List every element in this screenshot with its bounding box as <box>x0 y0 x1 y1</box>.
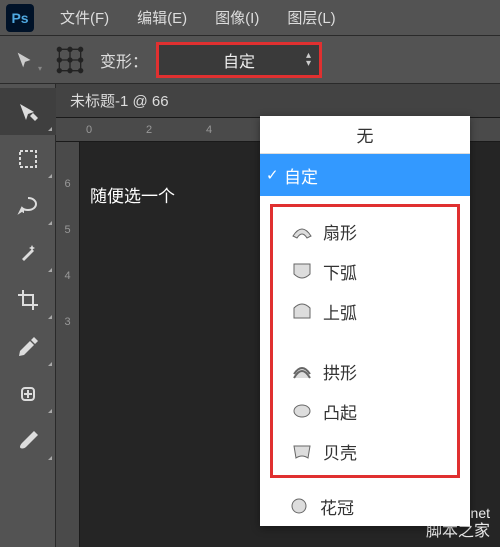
tab-title: 未标题-1 @ 66 <box>70 90 169 111</box>
menu-image[interactable]: 图像(I) <box>201 7 273 28</box>
arc-lower-icon <box>291 260 313 282</box>
warp-option-arc[interactable]: 扇形 <box>273 211 457 251</box>
warp-option-arc-upper[interactable]: 上弧 <box>273 291 457 331</box>
check-icon: ✓ <box>266 166 279 184</box>
select-arrows-icon: ▴▾ <box>306 52 311 68</box>
option-label: 花冠 <box>320 494 354 519</box>
warp-dropdown: 无 ✓ 自定 扇形 下弧 上弧 拱形 凸起 贝壳 <box>260 116 470 526</box>
warp-option-arc-lower[interactable]: 下弧 <box>273 251 457 291</box>
arc-upper-icon <box>291 300 313 322</box>
warp-options-highlight: 扇形 下弧 上弧 拱形 凸起 贝壳 <box>270 204 460 478</box>
ruler-tick: 2 <box>146 124 152 136</box>
toolbox <box>0 84 56 547</box>
warp-style-value: 自定 <box>223 48 255 72</box>
tool-preset-button[interactable]: ▾ <box>6 45 44 75</box>
arc-icon <box>291 220 313 242</box>
menu-bar: Ps 文件(F) 编辑(E) 图像(I) 图层(L) <box>0 0 500 36</box>
shell-icon <box>291 440 313 462</box>
option-label: 贝壳 <box>323 439 357 464</box>
document-tab[interactable]: 未标题-1 @ 66 <box>56 84 500 118</box>
warp-style-select[interactable]: 自定 ▴▾ <box>156 42 322 78</box>
ruler-tick: 4 <box>64 270 70 282</box>
menu-layer[interactable]: 图层(L) <box>273 7 349 28</box>
app-logo: Ps <box>6 4 34 32</box>
options-bar: ▾ 变形： 自定 ▴▾ <box>0 36 500 84</box>
ruler-tick: 6 <box>64 178 70 190</box>
warp-option-arch[interactable]: 拱形 <box>273 351 457 391</box>
warp-label: 变形： <box>100 48 148 72</box>
warp-option-none[interactable]: 无 <box>260 116 470 154</box>
marquee-tool[interactable] <box>0 135 56 182</box>
annotation-text: 随便选一个 <box>90 182 175 207</box>
option-label: 自定 <box>284 163 318 188</box>
flower-icon <box>288 495 310 517</box>
ruler-tick: 4 <box>206 124 212 136</box>
bulge-icon <box>291 400 313 422</box>
option-label: 上弧 <box>323 299 357 324</box>
menu-edit[interactable]: 编辑(E) <box>123 7 201 28</box>
option-label: 下弧 <box>323 259 357 284</box>
arch-icon <box>291 360 313 382</box>
brush-tool[interactable] <box>0 417 56 464</box>
crop-tool[interactable] <box>0 276 56 323</box>
eyedropper-tool[interactable] <box>0 323 56 370</box>
warp-option-bulge[interactable]: 凸起 <box>273 391 457 431</box>
ruler-tick: 3 <box>64 316 70 328</box>
warp-option-flower[interactable]: 花冠 <box>260 486 470 526</box>
healing-brush-tool[interactable] <box>0 370 56 417</box>
ruler-tick: 0 <box>86 124 92 136</box>
chevron-down-icon: ▾ <box>38 64 42 73</box>
warp-grid-icon[interactable] <box>54 44 86 76</box>
lasso-tool[interactable] <box>0 182 56 229</box>
move-tool[interactable] <box>0 88 56 135</box>
ruler-vertical: 6 5 4 3 <box>56 142 80 547</box>
menu-file[interactable]: 文件(F) <box>46 7 123 28</box>
ruler-tick: 5 <box>64 224 70 236</box>
option-label: 拱形 <box>323 359 357 384</box>
option-label: 扇形 <box>323 219 357 244</box>
move-tool-icon <box>14 49 36 71</box>
magic-wand-tool[interactable] <box>0 229 56 276</box>
warp-option-shell-lower[interactable]: 贝壳 <box>273 431 457 471</box>
option-label: 凸起 <box>323 399 357 424</box>
warp-option-custom[interactable]: ✓ 自定 <box>260 154 470 196</box>
